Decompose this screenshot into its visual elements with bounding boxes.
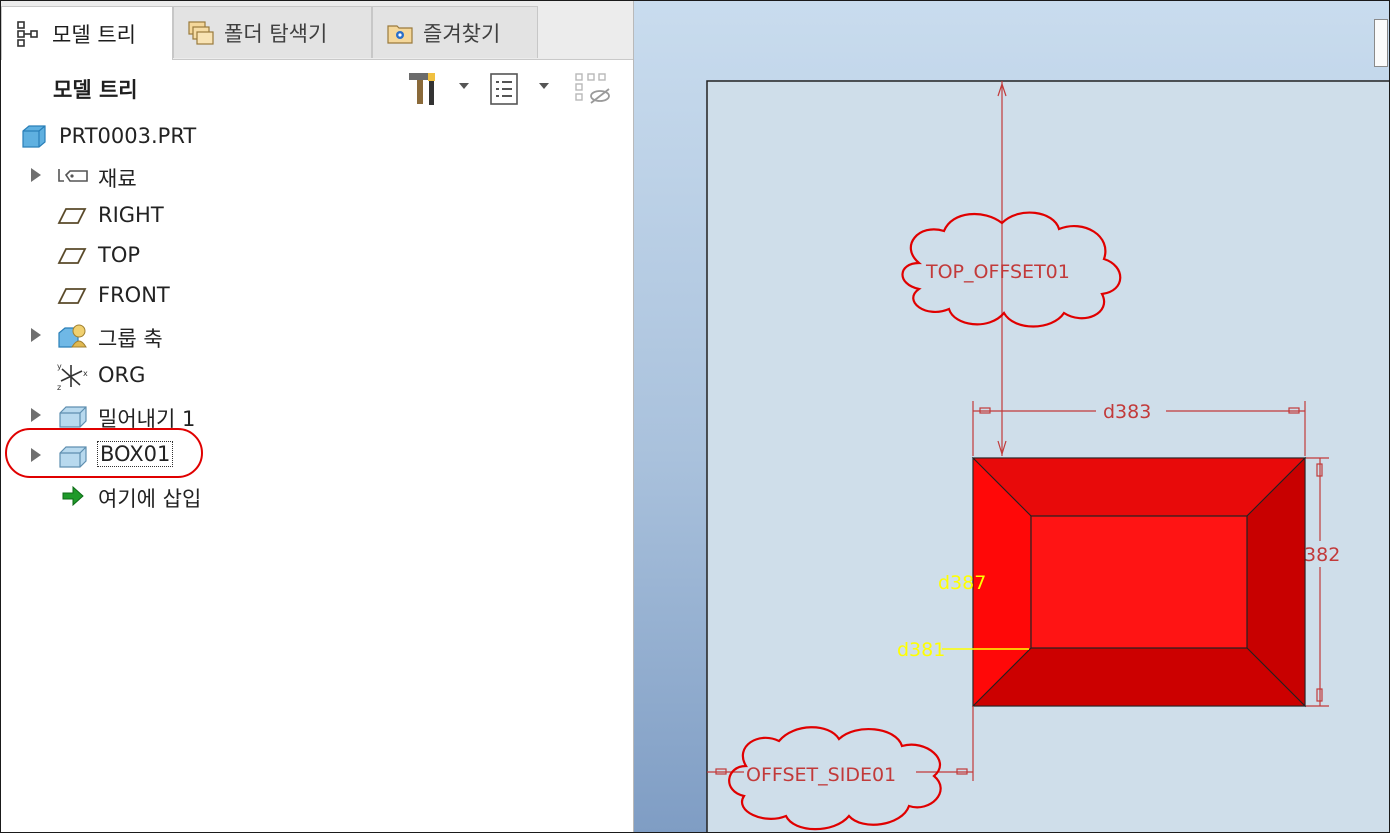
- tree-item-label: 그룹 축: [98, 327, 163, 351]
- tree-item-label: BOX01: [97, 441, 174, 467]
- tools-dropdown-caret[interactable]: [459, 83, 469, 89]
- tree-item-insert-here[interactable]: 여기에 삽입: [1, 477, 621, 515]
- show-options-icon[interactable]: [487, 69, 523, 109]
- sketch-canvas: TOP_OFFSET01 d383 d382 d387 d381 OFFSET_…: [706, 80, 1389, 832]
- navigator-panel: 모델 트리 폴더 탐색기 즐겨찾기 모델 트리 PRT0003.PRT 재료 R…: [1, 1, 634, 832]
- expand-arrow-icon[interactable]: [31, 328, 41, 342]
- expand-arrow-icon[interactable]: [31, 448, 41, 462]
- svg-text:y: y: [57, 362, 62, 371]
- group-axis-icon: [56, 321, 87, 351]
- tree-item-material[interactable]: 재료: [1, 157, 621, 195]
- panel-title: 모델 트리: [53, 78, 138, 102]
- sketch-sheet: [706, 80, 1389, 832]
- d383-label[interactable]: d383: [1103, 401, 1151, 423]
- tree-item-right-plane[interactable]: RIGHT: [1, 197, 621, 235]
- show-dropdown-caret[interactable]: [539, 83, 549, 89]
- svg-text:z: z: [57, 383, 61, 391]
- tab-favorites[interactable]: 즐겨찾기: [372, 6, 538, 58]
- tree-item-part[interactable]: PRT0003.PRT: [1, 118, 621, 156]
- tree-item-label: FRONT: [98, 283, 170, 307]
- svg-text:x: x: [83, 369, 88, 378]
- application-window: 모델 트리 폴더 탐색기 즐겨찾기 모델 트리 PRT0003.PRT 재료 R…: [0, 0, 1390, 833]
- tree-item-front-plane[interactable]: FRONT: [1, 277, 621, 315]
- tab-folder-browser[interactable]: 폴더 탐색기: [173, 6, 372, 58]
- tab-label: 폴더 탐색기: [224, 21, 328, 46]
- tree-item-label: 재료: [98, 167, 137, 191]
- tree-item-label: PRT0003.PRT: [59, 124, 197, 148]
- filter-icon[interactable]: [573, 69, 610, 109]
- insert-here-arrow-icon: [59, 481, 89, 511]
- side-offset-label[interactable]: OFFSET_SIDE01: [746, 764, 896, 786]
- top-offset-label[interactable]: TOP_OFFSET01: [925, 261, 1070, 283]
- coordinate-system-icon: y z x: [56, 361, 88, 392]
- part-icon: [19, 122, 49, 152]
- tab-model-tree[interactable]: 모델 트리: [1, 6, 173, 60]
- tab-label: 모델 트리: [52, 22, 136, 47]
- tree-item-coordinate-system[interactable]: y z x ORG: [1, 357, 621, 395]
- datum-plane-icon: [57, 281, 87, 311]
- panel-header: 모델 트리: [1, 59, 633, 117]
- settings-tools-icon[interactable]: [405, 69, 441, 109]
- extrude-icon: [56, 401, 87, 431]
- d387-label[interactable]: d387: [938, 572, 986, 594]
- folder-browser-icon: [186, 18, 216, 48]
- datum-plane-icon: [57, 201, 87, 231]
- tree-item-extrude-1[interactable]: 밀어내기 1: [1, 397, 621, 435]
- tree-item-label: 여기에 삽입: [98, 487, 202, 511]
- tree-item-label: RIGHT: [98, 203, 164, 227]
- tab-label: 즐겨찾기: [423, 21, 501, 46]
- favorites-icon: [385, 18, 415, 48]
- tree-item-label: 밀어내기 1: [98, 407, 196, 431]
- extrude-icon: [56, 441, 87, 471]
- tree-item-label: TOP: [98, 243, 141, 267]
- d381-label[interactable]: d381: [897, 639, 945, 661]
- expand-arrow-icon[interactable]: [31, 168, 41, 182]
- model-tree-icon: [14, 19, 44, 49]
- tree-item-box01[interactable]: BOX01: [1, 437, 621, 475]
- tree-item-group-axis[interactable]: 그룹 축: [1, 317, 621, 355]
- graphics-viewport[interactable]: TOP_OFFSET01 d383 d382 d387 d381 OFFSET_…: [634, 1, 1389, 832]
- datum-plane-icon: [57, 241, 87, 271]
- box01-feature[interactable]: [971, 456, 1307, 708]
- tree-item-label: ORG: [98, 363, 146, 387]
- tree-item-top-plane[interactable]: TOP: [1, 237, 621, 275]
- expand-arrow-icon[interactable]: [31, 408, 41, 422]
- navigator-tabbar: 모델 트리 폴더 탐색기 즐겨찾기: [1, 1, 633, 60]
- material-tag-icon: [56, 161, 88, 191]
